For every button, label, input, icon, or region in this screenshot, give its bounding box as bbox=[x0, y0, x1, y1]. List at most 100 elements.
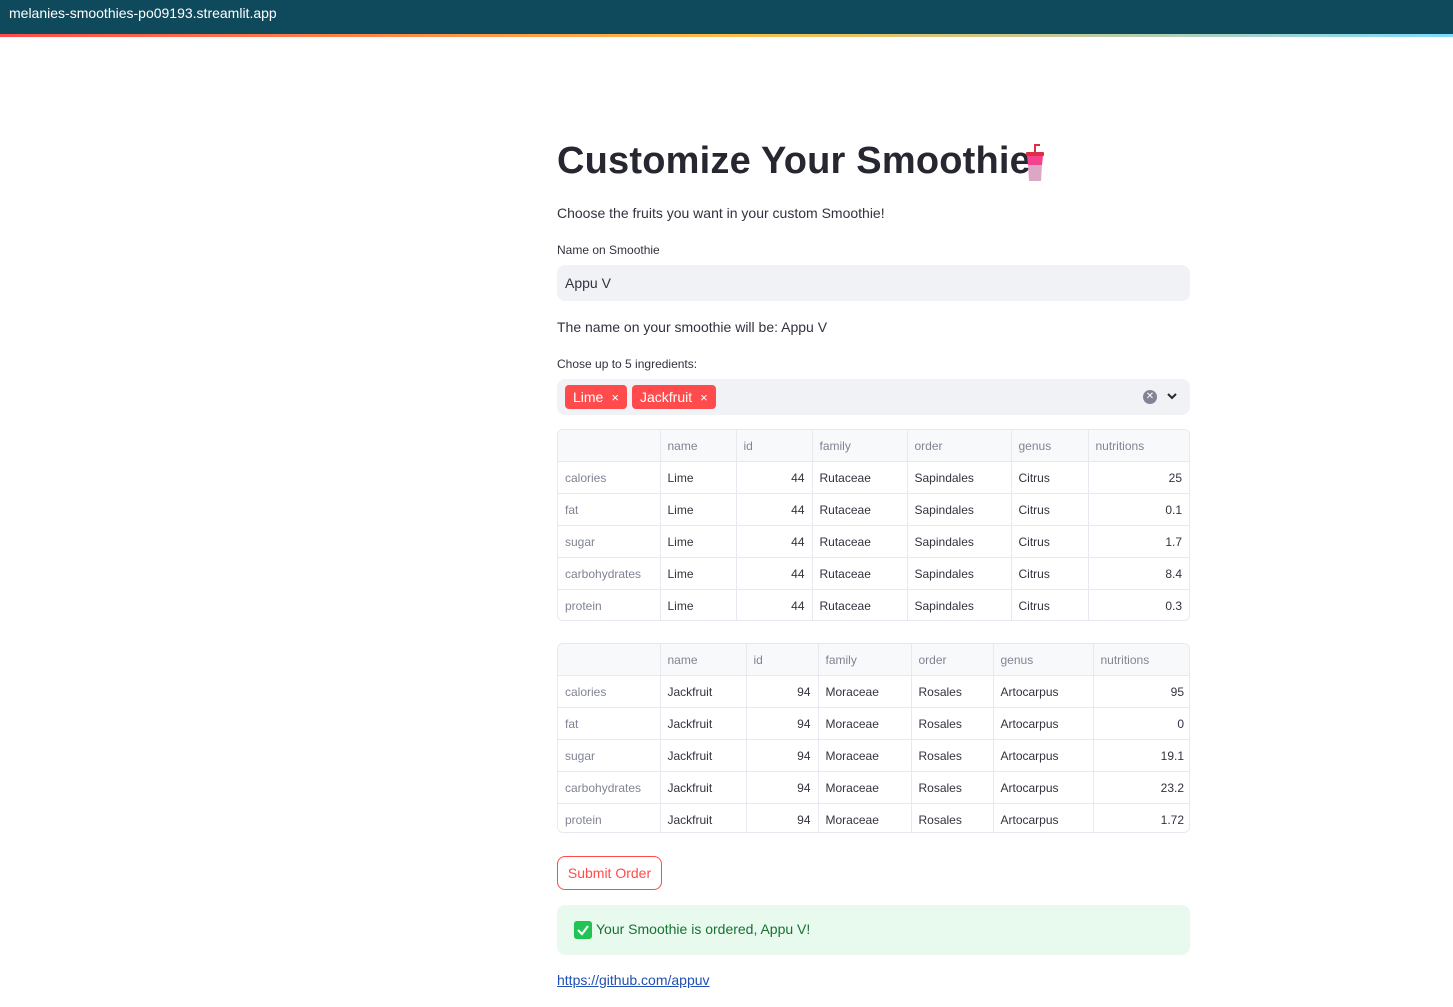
table-row: protein Jackfruit 94 Moraceae Rosales Ar… bbox=[558, 803, 1189, 833]
table-cell[interactable]: Rutaceae bbox=[812, 461, 908, 494]
table-cell[interactable]: 94 bbox=[746, 675, 819, 708]
table-cell[interactable]: 94 bbox=[746, 739, 819, 772]
submit-order-button[interactable]: Submit Order bbox=[557, 856, 662, 890]
table-cell[interactable]: Lime bbox=[660, 493, 737, 526]
row-index[interactable]: sugar bbox=[558, 739, 661, 772]
table-cell[interactable]: Rutaceae bbox=[812, 589, 908, 620]
table-cell[interactable]: 44 bbox=[736, 493, 813, 526]
row-index[interactable]: protein bbox=[558, 589, 661, 620]
chevron-down-icon[interactable] bbox=[1165, 389, 1179, 403]
table-cell[interactable]: Lime bbox=[660, 461, 737, 494]
table-cell[interactable]: 94 bbox=[746, 707, 819, 740]
column-header[interactable]: nutritions bbox=[1088, 430, 1189, 462]
table-cell[interactable]: 0.1 bbox=[1088, 493, 1189, 526]
table-cell[interactable]: Sapindales bbox=[907, 589, 1012, 620]
success-message: Your Smoothie is ordered, Appu V! bbox=[596, 921, 811, 937]
table-cell[interactable]: Citrus bbox=[1011, 557, 1089, 590]
table-cell[interactable]: 0.3 bbox=[1088, 590, 1189, 621]
ingredient-chip-lime[interactable]: Lime × bbox=[565, 385, 627, 409]
column-header[interactable]: id bbox=[736, 430, 813, 462]
column-header[interactable]: order bbox=[907, 430, 1012, 462]
table-cell[interactable]: Artocarpus bbox=[993, 771, 1094, 804]
table-cell[interactable]: 95 bbox=[1093, 675, 1189, 708]
table-cell[interactable]: Rosales bbox=[911, 771, 994, 804]
table-cell[interactable]: Sapindales bbox=[907, 557, 1012, 590]
row-index[interactable]: fat bbox=[558, 707, 661, 740]
table-cell[interactable]: Rutaceae bbox=[812, 525, 908, 558]
table-cell[interactable]: Sapindales bbox=[907, 525, 1012, 558]
column-header[interactable]: name bbox=[660, 430, 737, 462]
row-index[interactable]: carbohydrates bbox=[558, 557, 661, 590]
chip-remove-icon[interactable]: × bbox=[700, 390, 708, 405]
column-header[interactable] bbox=[558, 644, 661, 676]
row-index[interactable]: sugar bbox=[558, 525, 661, 558]
table-cell[interactable]: 44 bbox=[736, 589, 813, 620]
table-cell[interactable]: 94 bbox=[746, 771, 819, 804]
table-cell[interactable]: Artocarpus bbox=[993, 739, 1094, 772]
table-cell[interactable]: Moraceae bbox=[818, 707, 912, 740]
row-index[interactable]: calories bbox=[558, 461, 661, 494]
table-cell[interactable]: Artocarpus bbox=[993, 803, 1094, 832]
nutrition-table-lime: name id family order genus nutritions ca… bbox=[557, 429, 1190, 621]
table-cell[interactable]: 23.2 bbox=[1093, 771, 1189, 804]
table-cell[interactable]: Citrus bbox=[1011, 461, 1089, 494]
column-header[interactable]: id bbox=[746, 644, 819, 676]
column-header[interactable]: name bbox=[660, 644, 747, 676]
ingredients-multiselect[interactable]: Lime × Jackfruit × ✕ bbox=[557, 379, 1190, 415]
table-cell[interactable]: 25 bbox=[1088, 461, 1189, 494]
table-cell[interactable]: Jackfruit bbox=[660, 675, 747, 708]
name-on-smoothie-input[interactable] bbox=[557, 265, 1190, 301]
table-cell[interactable]: Lime bbox=[660, 525, 737, 558]
table-cell[interactable]: Jackfruit bbox=[660, 771, 747, 804]
column-header[interactable] bbox=[558, 430, 661, 462]
table-cell[interactable]: Moraceae bbox=[818, 803, 912, 832]
clear-icon[interactable]: ✕ bbox=[1143, 390, 1157, 404]
table-cell[interactable]: Citrus bbox=[1011, 493, 1089, 526]
table-cell[interactable]: 1.7 bbox=[1088, 525, 1189, 558]
table-cell[interactable]: Sapindales bbox=[907, 493, 1012, 526]
table-cell[interactable]: Rosales bbox=[911, 675, 994, 708]
row-index[interactable]: carbohydrates bbox=[558, 771, 661, 804]
table-cell[interactable]: Sapindales bbox=[907, 461, 1012, 494]
column-header[interactable]: order bbox=[911, 644, 994, 676]
table-cell[interactable]: Citrus bbox=[1011, 589, 1089, 620]
table-cell[interactable]: Rosales bbox=[911, 739, 994, 772]
chip-remove-icon[interactable]: × bbox=[611, 390, 619, 405]
table-cell[interactable]: Jackfruit bbox=[660, 739, 747, 772]
table-cell[interactable]: Moraceae bbox=[818, 739, 912, 772]
table-cell[interactable]: Rosales bbox=[911, 707, 994, 740]
table-cell[interactable]: Artocarpus bbox=[993, 707, 1094, 740]
browser-url[interactable]: melanies-smoothies-po09193.streamlit.app bbox=[9, 5, 277, 21]
table-cell[interactable]: 44 bbox=[736, 461, 813, 494]
row-index[interactable]: fat bbox=[558, 493, 661, 526]
table-cell[interactable]: Lime bbox=[660, 557, 737, 590]
row-index[interactable]: protein bbox=[558, 803, 661, 832]
table-cell[interactable]: 94 bbox=[746, 803, 819, 832]
table-cell[interactable]: Artocarpus bbox=[993, 675, 1094, 708]
table-cell[interactable]: Rosales bbox=[911, 803, 994, 832]
table-cell[interactable]: 8.4 bbox=[1088, 557, 1189, 590]
chip-label: Lime bbox=[573, 389, 604, 405]
table-cell[interactable]: Jackfruit bbox=[660, 707, 747, 740]
column-header[interactable]: family bbox=[812, 430, 908, 462]
row-index[interactable]: calories bbox=[558, 675, 661, 708]
table-cell[interactable]: 0 bbox=[1093, 707, 1189, 740]
table-cell[interactable]: Moraceae bbox=[818, 675, 912, 708]
table-cell[interactable]: 44 bbox=[736, 557, 813, 590]
column-header[interactable]: nutritions bbox=[1093, 644, 1189, 676]
table-cell[interactable]: Moraceae bbox=[818, 771, 912, 804]
ingredients-label: Chose up to 5 ingredients: bbox=[557, 357, 698, 371]
table-cell[interactable]: 44 bbox=[736, 525, 813, 558]
column-header[interactable]: family bbox=[818, 644, 912, 676]
column-header[interactable]: genus bbox=[1011, 430, 1089, 462]
column-header[interactable]: genus bbox=[993, 644, 1094, 676]
table-cell[interactable]: Lime bbox=[660, 589, 737, 620]
table-cell[interactable]: Rutaceae bbox=[812, 493, 908, 526]
table-cell[interactable]: Jackfruit bbox=[660, 803, 747, 832]
ingredient-chip-jackfruit[interactable]: Jackfruit × bbox=[632, 385, 716, 409]
table-cell[interactable]: 1.72 bbox=[1093, 804, 1189, 833]
table-cell[interactable]: Rutaceae bbox=[812, 557, 908, 590]
table-cell[interactable]: 19.1 bbox=[1093, 739, 1189, 772]
table-cell[interactable]: Citrus bbox=[1011, 525, 1089, 558]
github-link[interactable]: https://github.com/appuv bbox=[557, 972, 710, 988]
